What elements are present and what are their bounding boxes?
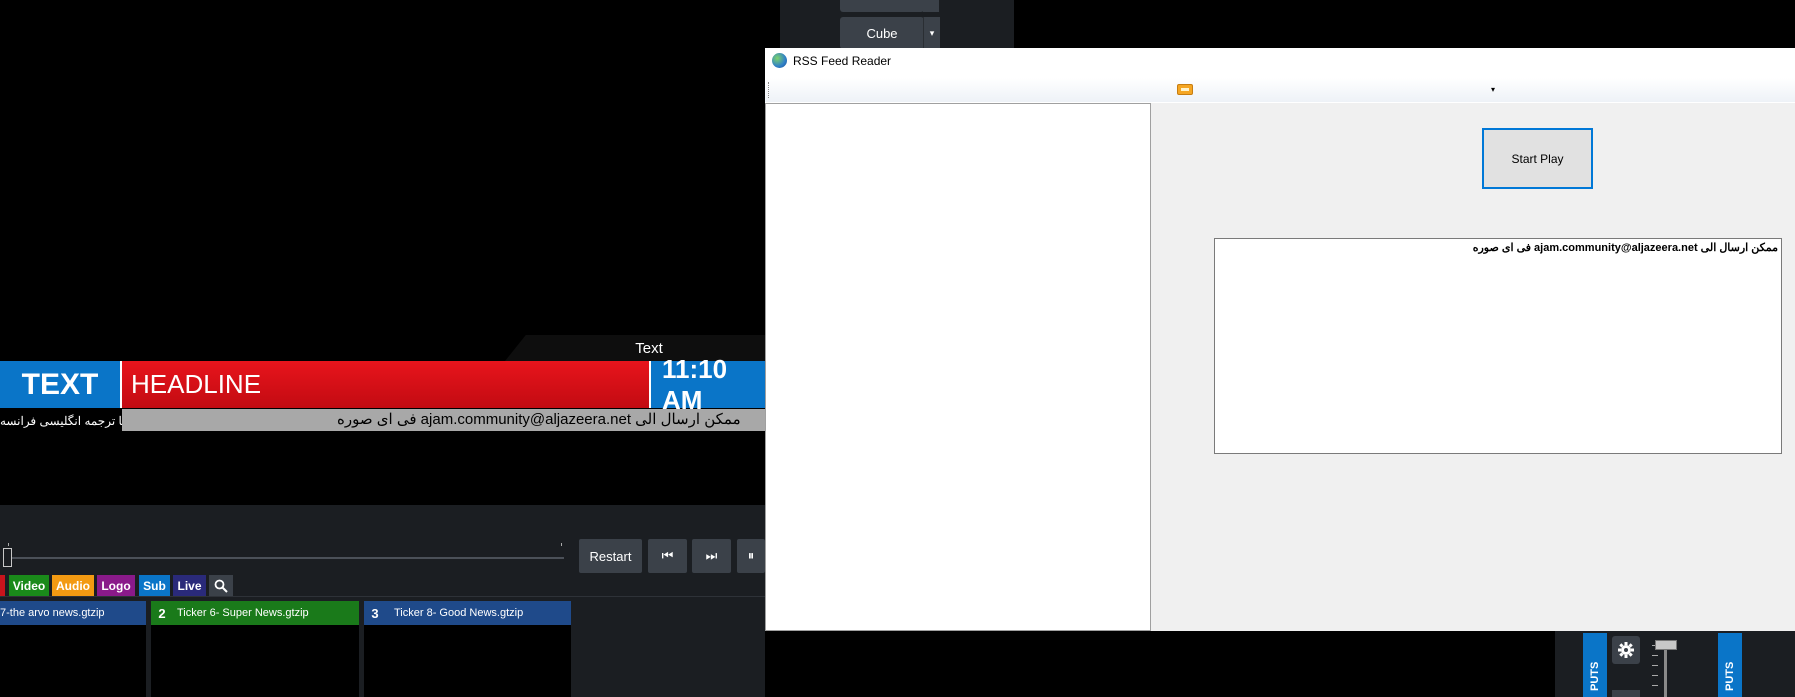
fader-mark: [1652, 665, 1658, 666]
previous-icon[interactable]: ⏮: [648, 539, 687, 573]
effect-dropdown-partial[interactable]: [923, 0, 939, 12]
input-slot-name: 7-the arvo news.gtzip: [0, 607, 105, 619]
panel-divider: [0, 596, 765, 597]
pause-icon[interactable]: ⏸: [737, 539, 765, 573]
ticker-left-text: یا ترجمه انگلیسی فرانسه: [0, 409, 122, 434]
gear-icon[interactable]: [1612, 636, 1640, 664]
filter-live-button[interactable]: Live: [173, 575, 206, 596]
cube-button[interactable]: Cube: [840, 17, 924, 49]
lower-third-clock: 11:10 AM: [649, 354, 765, 415]
toolbar-dropdown-arrow[interactable]: ▾: [1486, 82, 1500, 96]
input-slot-name: Ticker 6- Super News.gtzip: [177, 607, 309, 619]
input-slot-number: 3: [371, 605, 379, 621]
cube-dropdown-button[interactable]: ▾: [923, 17, 940, 49]
fader-mark: [1652, 685, 1658, 686]
master-fader-knob[interactable]: [1655, 640, 1677, 650]
input-slot-3[interactable]: 3 Ticker 8- Good News.gtzip: [364, 601, 571, 625]
feed-list-pane[interactable]: [765, 103, 1151, 631]
filter-logo-button[interactable]: Logo: [97, 575, 135, 596]
input-slot-2-preview[interactable]: [151, 625, 359, 697]
filter-sub-button[interactable]: Sub: [139, 575, 170, 596]
ticker-bar: فی ای صوره ajam.community@aljazeera.net …: [122, 409, 765, 431]
scrub-track[interactable]: [8, 557, 564, 559]
filter-partial-button[interactable]: [0, 575, 5, 596]
search-icon[interactable]: [209, 575, 233, 596]
next-icon[interactable]: ⏭: [692, 539, 731, 573]
window-title: RSS Feed Reader: [793, 54, 892, 68]
fader-mark: [1652, 655, 1658, 656]
input-slot-3-preview[interactable]: [364, 625, 571, 697]
input-slot-name: Ticker 8- Good News.gtzip: [394, 607, 524, 619]
outputs-tab-right[interactable]: PUTS: [1718, 633, 1742, 697]
rss-toolbar: [765, 78, 1795, 102]
restart-button[interactable]: Restart: [579, 539, 642, 573]
input-slot-1-preview[interactable]: [0, 625, 146, 697]
start-play-button[interactable]: Start Play: [1482, 128, 1593, 189]
scrub-tick-start: [8, 543, 9, 546]
input-slot-1[interactable]: 7-the arvo news.gtzip: [0, 601, 146, 625]
input-slot-number: 2: [158, 605, 166, 621]
feed-icon[interactable]: [1177, 84, 1193, 95]
input-slot-2[interactable]: 2 Ticker 6- Super News.gtzip: [151, 601, 359, 625]
lower-third-headline: HEADLINE: [122, 361, 649, 408]
toolbar-grip[interactable]: [768, 82, 772, 98]
scrub-handle[interactable]: [3, 548, 12, 567]
outputs-tab-left[interactable]: PUTS: [1583, 633, 1607, 697]
feed-output-textbox[interactable]: ممکن ارسال الی ajam.community@aljazeera.…: [1214, 238, 1782, 454]
effect-button-partial[interactable]: [840, 0, 924, 12]
panel-button-partial[interactable]: [1612, 690, 1640, 697]
fader-mark: [1652, 675, 1658, 676]
globe-icon: [772, 53, 787, 68]
scrub-tick-end: [561, 543, 562, 546]
filter-video-button[interactable]: Video: [9, 575, 49, 596]
lower-third-text-block: TEXT: [0, 361, 122, 408]
filter-audio-button[interactable]: Audio: [52, 575, 94, 596]
